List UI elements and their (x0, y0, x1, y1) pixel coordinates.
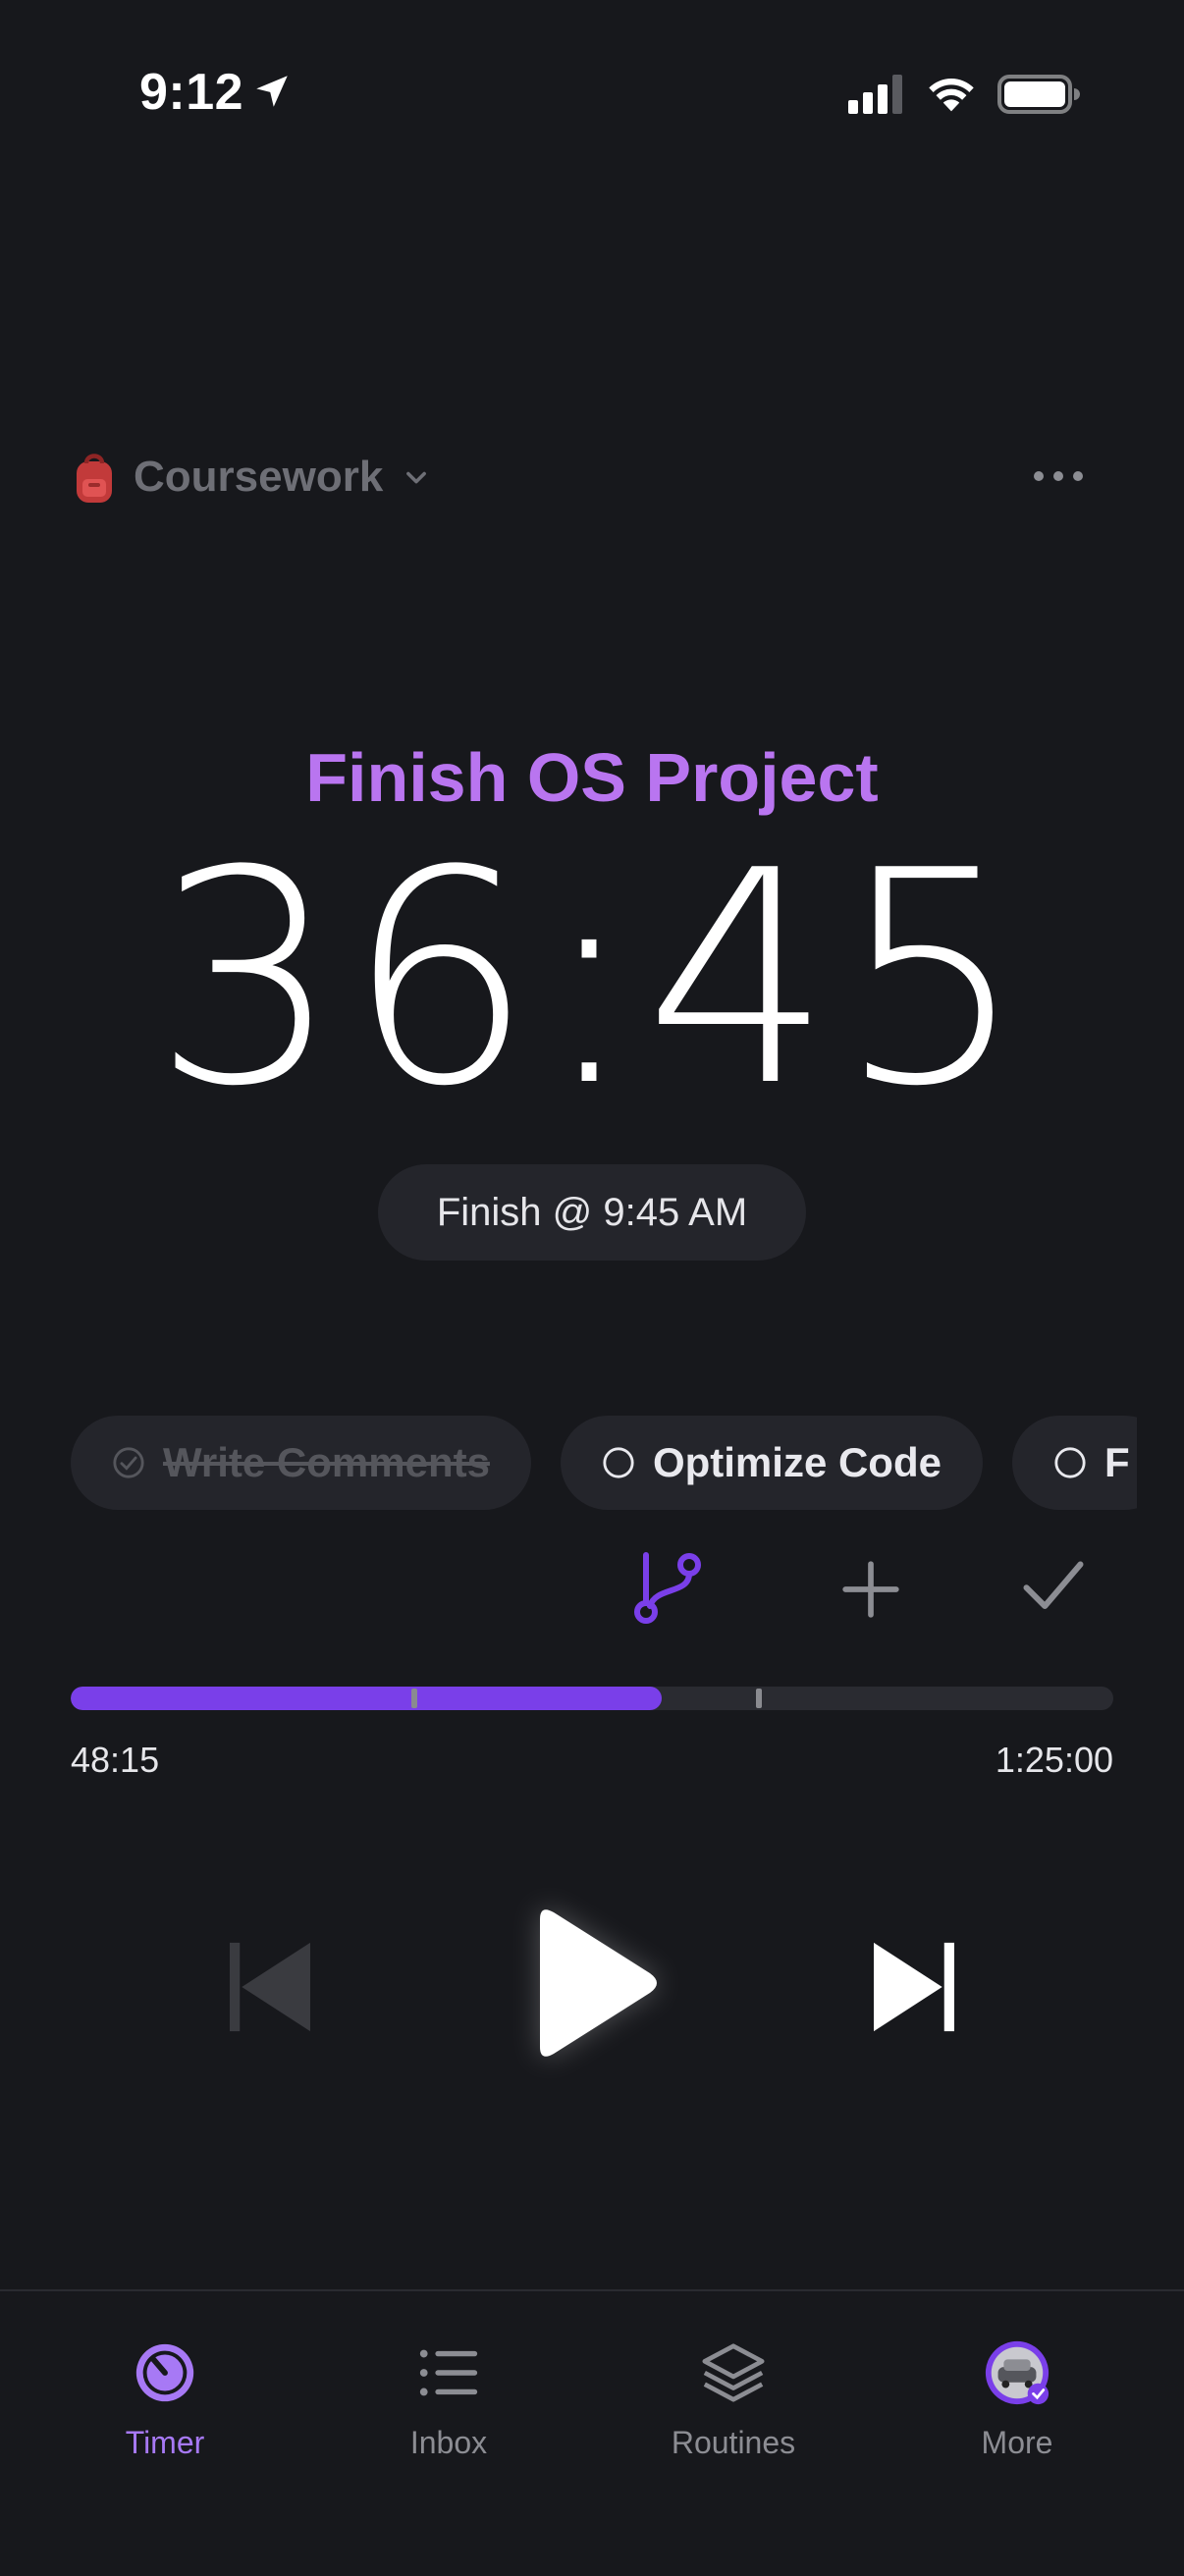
finish-time-label: Finish @ 9:45 AM (436, 1190, 748, 1234)
location-arrow-icon (256, 76, 288, 107)
progress-marker (411, 1689, 418, 1708)
tab-timer[interactable]: Timer (57, 2338, 273, 2461)
circle-icon (1054, 1447, 1086, 1478)
subtask-chip[interactable]: F (1011, 1416, 1137, 1510)
chevron-down-icon (406, 471, 427, 484)
subtask-label: F (1103, 1439, 1130, 1485)
total-time: 1:25:00 (995, 1740, 1113, 1780)
battery-icon (997, 75, 1080, 114)
tab-more[interactable]: More (909, 2338, 1125, 2461)
avatar-icon (985, 2340, 1049, 2405)
tab-label: Routines (671, 2425, 796, 2460)
tab-bar: Timer Inbox Routines More (0, 2289, 1184, 2576)
wifi-icon (929, 79, 974, 112)
plus-icon[interactable] (840, 1559, 901, 1620)
progress-bar[interactable] (71, 1687, 1113, 1710)
circle-icon (603, 1447, 634, 1478)
finish-time-pill[interactable]: Finish @ 9:45 AM (378, 1164, 806, 1261)
skip-back-icon[interactable] (230, 1942, 310, 2032)
tab-inbox[interactable]: Inbox (341, 2338, 557, 2461)
checkmark-icon[interactable] (1021, 1557, 1086, 1616)
subtask-chips: Write Comments Optimize Code F (71, 1416, 1137, 1510)
task-title[interactable]: Finish OS Project (0, 738, 1184, 817)
play-icon[interactable] (471, 1885, 717, 2091)
layers-icon (702, 2343, 765, 2402)
tab-routines[interactable]: Routines (625, 2338, 841, 2461)
subtask-label: Optimize Code (652, 1439, 942, 1485)
status-time: 9:12 (139, 64, 244, 121)
progress-fill (71, 1687, 663, 1710)
ellipsis-icon[interactable] (1031, 461, 1086, 491)
list-icon (419, 2349, 478, 2396)
skip-forward-icon[interactable] (874, 1942, 954, 2032)
countdown-timer: 36:45 (152, 808, 1032, 1151)
tab-label: Timer (125, 2425, 205, 2460)
progress-marker (755, 1689, 762, 1708)
subtask-label: Write Comments (163, 1439, 490, 1485)
subtask-chip[interactable]: Optimize Code (560, 1416, 983, 1510)
tab-label: Inbox (409, 2425, 488, 2460)
project-selector[interactable]: Coursework (71, 444, 430, 510)
elapsed-time: 48:15 (71, 1740, 160, 1780)
backpack-icon (77, 454, 112, 503)
tab-label: More (981, 2425, 1053, 2460)
subtask-chip[interactable]: Write Comments (71, 1416, 531, 1510)
check-circle-icon (113, 1447, 144, 1478)
project-name: Coursework (134, 453, 384, 501)
branch-icon[interactable] (628, 1547, 707, 1626)
timer-icon (135, 2343, 194, 2402)
cellular-signal-icon (848, 75, 902, 114)
